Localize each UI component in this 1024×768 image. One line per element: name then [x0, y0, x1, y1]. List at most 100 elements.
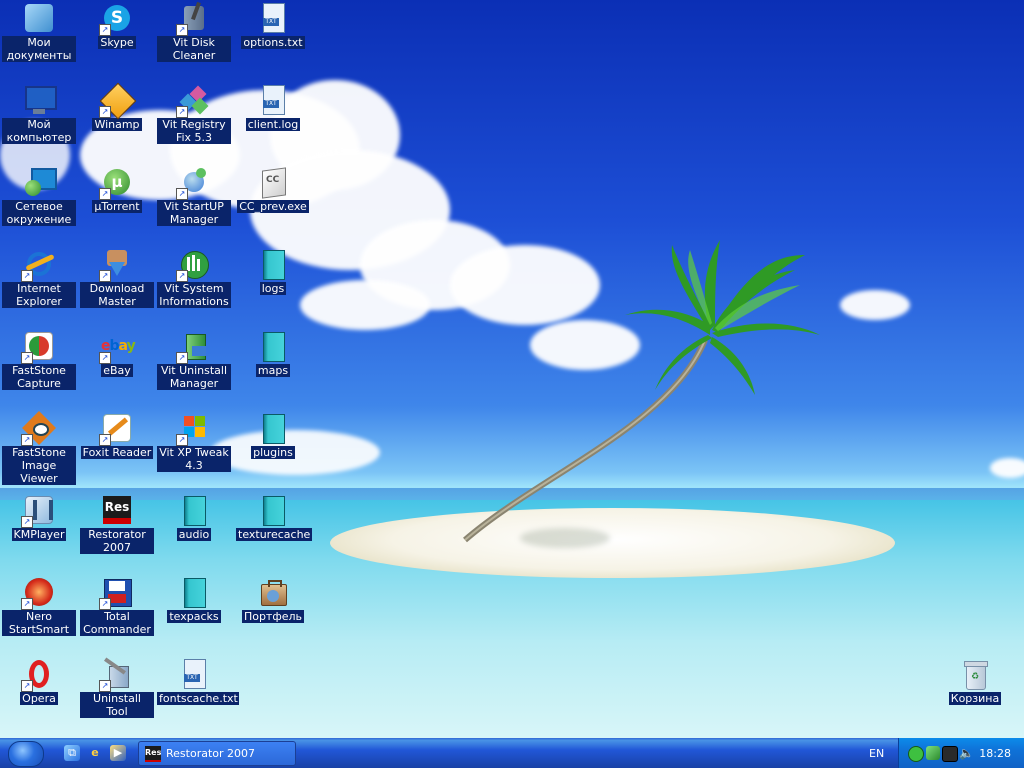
desktop-icon-network[interactable]: Сетевое окружение [2, 166, 76, 226]
desktop-icon-audio-folder[interactable]: audio [157, 494, 231, 541]
desktop-icon-label: Vit System Informations [157, 282, 231, 308]
desktop-icon-maps-folder[interactable]: maps [236, 330, 310, 377]
internet-explorer-icon: ↗ [21, 248, 55, 282]
desktop-icon-opera[interactable]: ↗ Opera [2, 658, 76, 705]
safely-remove-tray-icon[interactable] [926, 746, 940, 760]
desktop-icon-skype[interactable]: S ↗ Skype [80, 2, 154, 49]
desktop-icon-label: Skype [98, 36, 136, 49]
desktop-icon-recycle-bin[interactable]: ♻ Корзина [938, 658, 1012, 705]
desktop-icon-internet-explorer[interactable]: ↗ Internet Explorer [2, 248, 76, 308]
utorrent-icon: µ ↗ [99, 166, 133, 200]
exe-file-icon: CC [257, 166, 289, 199]
total-commander-icon: ↗ [99, 576, 133, 610]
desktop-icon-vit-system-info[interactable]: ↗ Vit System Informations [157, 248, 231, 308]
desktop-icon-client-log[interactable]: TXT client.log [236, 84, 310, 131]
desktop-icon-faststone-capture[interactable]: ↗ FastStone Capture [2, 330, 76, 390]
desktop-icon-vit-startup-manager[interactable]: ↗ Vit StartUP Manager [157, 166, 231, 226]
text-file-icon: TXT [178, 658, 210, 690]
desktop-icon-vit-disk-cleaner[interactable]: ↗ Vit Disk Cleaner [157, 1, 231, 62]
volume-tray-icon[interactable]: 🔈 [959, 746, 974, 760]
vit-xp-tweak-icon: ↗ [176, 412, 210, 446]
desktop-icon-download-master[interactable]: ↗ Download Master [80, 248, 154, 308]
desktop-icon-texpacks-folder[interactable]: texpacks [157, 576, 231, 623]
vit-uninstall-manager-icon: ↗ [176, 330, 210, 364]
desktop-icon-label: plugins [251, 446, 295, 459]
desktop-icon-ebay[interactable]: ebay ↗ eBay [80, 330, 154, 377]
network-tray-icon[interactable] [908, 746, 924, 762]
desktop-icon-faststone-image-viewer[interactable]: ↗ FastStone Image Viewer [2, 411, 76, 485]
desktop-icon-utorrent[interactable]: µ ↗ µTorrent [80, 166, 154, 213]
desktop-icon-label: Foxit Reader [80, 446, 154, 459]
desktop-icon-label: Uninstall Tool [80, 692, 154, 718]
desktop-icon-logs-folder[interactable]: logs [236, 248, 310, 295]
desktop-icon-label: Download Master [80, 282, 154, 308]
desktop-icon-label: Internet Explorer [2, 282, 76, 308]
desktop-icon-label: maps [255, 364, 291, 377]
desktop-icon-label: Vit XP Tweak 4.3 [157, 446, 231, 472]
desktop-icon-label: CC_prev.exe [237, 200, 309, 213]
folder-icon [257, 248, 289, 280]
desktop-icon-label: µTorrent [92, 200, 142, 213]
desktop-icon-winamp[interactable]: ↗ Winamp [80, 82, 154, 131]
desktop-icon-restorator[interactable]: Res Restorator 2007 [80, 494, 154, 554]
winamp-icon: ↗ [99, 82, 137, 120]
ebay-icon: ebay ↗ [99, 338, 136, 364]
desktop-icon-plugins-folder[interactable]: plugins [236, 412, 310, 459]
desktop-icon-texturecache-folder[interactable]: texturecache [236, 494, 313, 541]
desktop-icon-label: texturecache [236, 528, 313, 541]
desktop-icon-briefcase[interactable]: Портфель [236, 576, 310, 623]
desktop-icon-my-computer[interactable]: Мой компьютер [2, 84, 76, 144]
taskbar-button-restorator[interactable]: Res Restorator 2007 [138, 741, 296, 766]
folder-icon [178, 576, 210, 608]
desktop-icon-label: FastStone Capture [2, 364, 76, 390]
desktop-icon-label: Корзина [948, 692, 1002, 705]
palm-tree [463, 240, 820, 543]
desktop-icon-my-documents[interactable]: Мои документы [2, 2, 76, 62]
desktop-icon-label: Vit Disk Cleaner [157, 36, 231, 62]
desktop-icon-total-commander[interactable]: ↗ Total Commander [80, 576, 154, 636]
desktop-icon-vit-registry-fix[interactable]: ↗ Vit Registry Fix 5.3 [157, 84, 231, 144]
foxit-reader-icon: ↗ [99, 412, 133, 446]
desktop-icon-label: audio [176, 528, 212, 541]
folder-icon [257, 330, 289, 362]
vit-disk-cleaner-icon: ↗ [176, 1, 210, 36]
vit-registry-fix-icon: ↗ [176, 84, 210, 118]
desktop-icon-label: Winamp [92, 118, 142, 131]
restorator-icon: Res [145, 746, 161, 762]
restorator-icon: Res [101, 494, 133, 526]
folder-icon [178, 494, 210, 526]
cloud [300, 280, 430, 330]
desktop-icon-options-txt[interactable]: TXT options.txt [236, 2, 310, 49]
desktop-icon-nero[interactable]: ↗ Nero StartSmart [2, 576, 76, 636]
folder-icon [257, 494, 289, 526]
system-tray: 🔈 18:28 [898, 738, 1024, 768]
media-player-icon[interactable]: ▶ [110, 745, 126, 761]
my-documents-icon [23, 2, 55, 34]
desktop-icon-label: KMPlayer [11, 528, 67, 541]
desktop-icon-cc-prev-exe[interactable]: CC CC_prev.exe [236, 166, 310, 213]
opera-icon: ↗ [21, 658, 55, 692]
desktop-icon-label: logs [259, 282, 287, 295]
desktop-icon-fontscache-txt[interactable]: TXT fontscache.txt [157, 658, 239, 705]
faststone-capture-icon: ↗ [21, 330, 55, 364]
show-desktop-icon[interactable]: ⧉ [64, 745, 80, 761]
vit-system-info-icon: ↗ [176, 248, 210, 282]
my-computer-icon [23, 84, 57, 116]
desktop-icon-vit-xp-tweak[interactable]: ↗ Vit XP Tweak 4.3 [157, 412, 231, 472]
download-master-icon: ↗ [99, 248, 133, 282]
faststone-image-viewer-icon: ↗ [21, 411, 56, 446]
desktop-icon-label: Total Commander [80, 610, 154, 636]
desktop-icon-uninstall-tool[interactable]: ↗ Uninstall Tool [80, 657, 154, 718]
language-indicator[interactable]: EN [869, 747, 884, 760]
desktop-icon-vit-uninstall-manager[interactable]: ↗ Vit Uninstall Manager [157, 330, 231, 390]
antivirus-tray-icon[interactable] [942, 746, 958, 762]
desktop-icon-label: Opera [20, 692, 58, 705]
internet-explorer-icon[interactable]: e [87, 745, 103, 761]
start-button[interactable] [8, 741, 44, 767]
briefcase-icon [257, 576, 289, 608]
vit-startup-manager-icon: ↗ [176, 166, 210, 200]
desktop-icon-kmplayer[interactable]: ↗ KMPlayer [2, 494, 76, 541]
taskbar: ⧉ e ▶ Res Restorator 2007 EN 🔈 18:28 [0, 738, 1024, 768]
desktop-icon-foxit-reader[interactable]: ↗ Foxit Reader [80, 412, 154, 459]
clock[interactable]: 18:28 [979, 747, 1011, 760]
